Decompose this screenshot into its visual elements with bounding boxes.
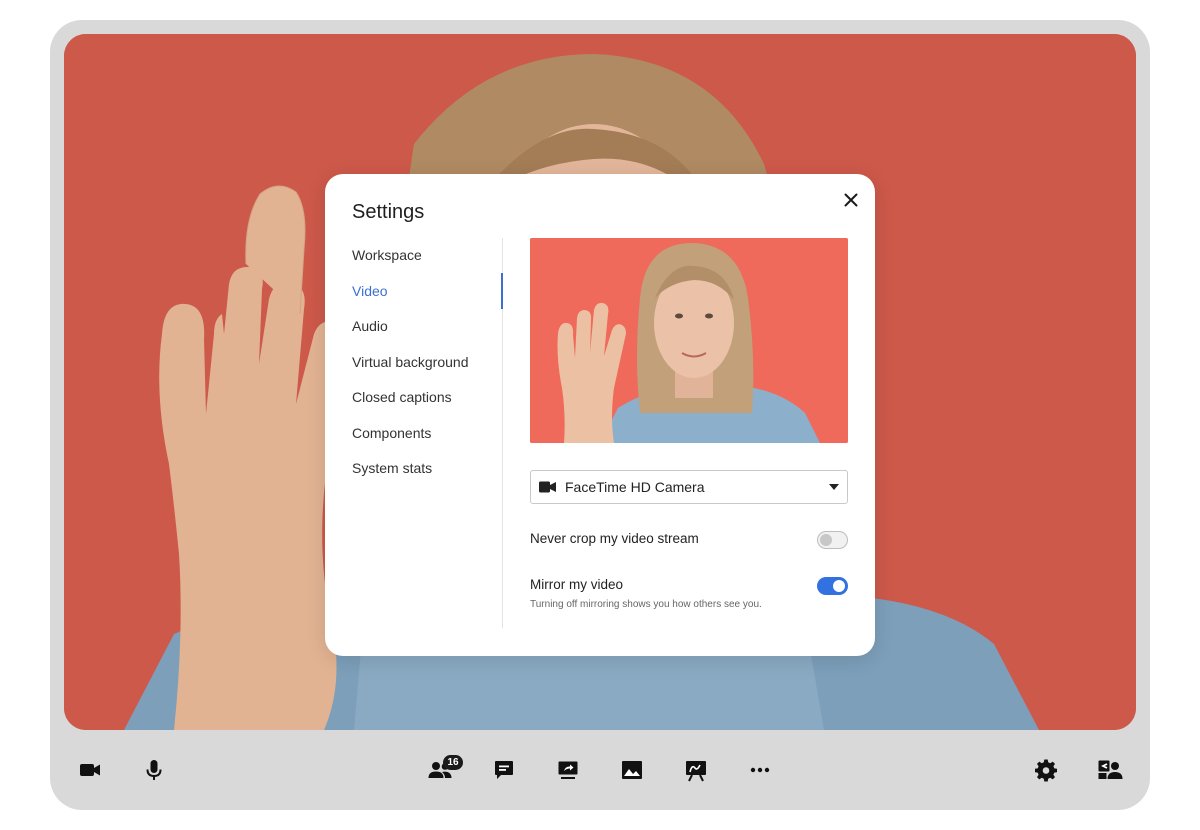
nav-item-audio[interactable]: Audio [352, 309, 502, 345]
chat-button[interactable] [484, 750, 524, 790]
image-icon [622, 761, 642, 779]
close-button[interactable] [839, 188, 863, 212]
gear-icon [1035, 759, 1057, 782]
participants-button[interactable]: 16 [420, 750, 463, 790]
mirror-video-hint: Turning off mirroring shows you how othe… [530, 599, 762, 610]
screen-share-button[interactable] [548, 750, 588, 790]
video-preview [530, 238, 848, 443]
user-switch-icon [1098, 760, 1123, 779]
dialog-title: Settings [352, 201, 425, 223]
preview-image [530, 238, 848, 443]
settings-button[interactable] [1026, 750, 1066, 790]
toggle-knob [820, 534, 832, 546]
never-crop-label: Never crop my video stream [530, 531, 699, 546]
whiteboard-button[interactable] [676, 750, 716, 790]
active-nav-indicator [501, 273, 503, 309]
nav-item-system-stats[interactable]: System stats [352, 451, 502, 487]
microphone-icon [146, 760, 162, 780]
settings-dialog: Settings Workspace Video Audio Virtual b… [325, 174, 875, 656]
mirror-video-label: Mirror my video [530, 577, 624, 592]
chevron-down-icon [829, 484, 839, 490]
nav-item-closed-captions[interactable]: Closed captions [352, 380, 502, 416]
participants-count-badge: 16 [443, 755, 463, 770]
nav-item-virtual-background[interactable]: Virtual background [352, 345, 502, 381]
chat-icon [495, 761, 513, 779]
toggle-knob [833, 580, 845, 592]
settings-nav: Workspace Video Audio Virtual background… [352, 238, 502, 487]
mirror-video-toggle[interactable] [817, 577, 848, 595]
camera-icon [80, 764, 100, 776]
screen-share-icon [558, 761, 578, 779]
camera-icon [539, 481, 556, 493]
never-crop-toggle[interactable] [817, 531, 848, 549]
image-button[interactable] [612, 750, 652, 790]
nav-item-workspace[interactable]: Workspace [352, 238, 502, 274]
microphone-toggle-button[interactable] [134, 750, 174, 790]
more-icon [750, 767, 770, 773]
camera-select[interactable]: FaceTime HD Camera [530, 470, 848, 504]
whiteboard-icon [686, 761, 706, 782]
nav-item-video[interactable]: Video [352, 274, 502, 310]
camera-select-value: FaceTime HD Camera [565, 479, 705, 495]
meeting-toolbar: 16 [50, 740, 1150, 800]
nav-item-components[interactable]: Components [352, 416, 502, 452]
camera-toggle-button[interactable] [70, 750, 110, 790]
close-icon [844, 193, 858, 207]
user-switch-button[interactable] [1090, 750, 1130, 790]
more-button[interactable] [740, 750, 780, 790]
